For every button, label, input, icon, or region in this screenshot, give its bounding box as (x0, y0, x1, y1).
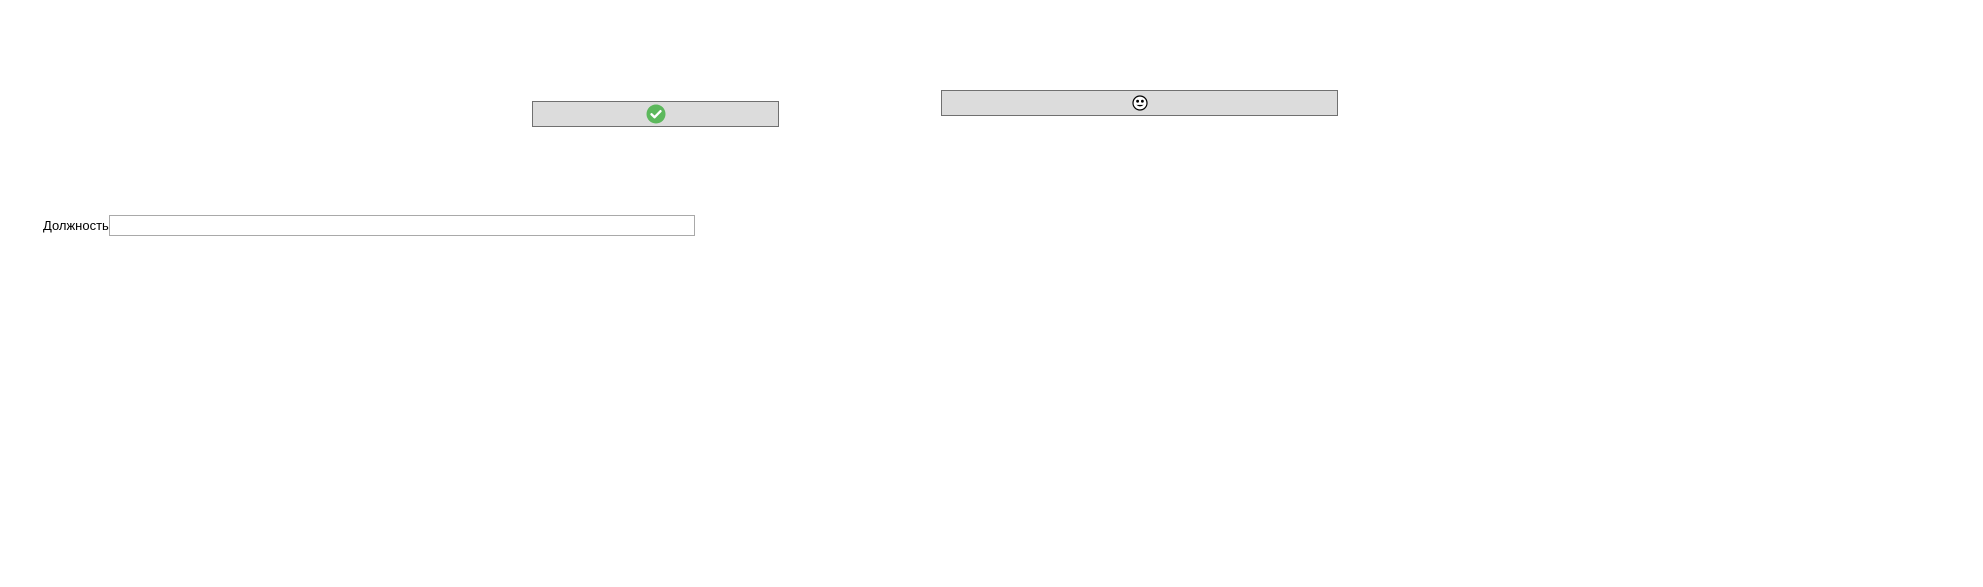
position-field-row: Должность (43, 215, 695, 236)
position-input[interactable] (108, 215, 695, 236)
app-window: Должность (0, 0, 1983, 587)
smiley-face-icon (1131, 95, 1148, 111)
position-label: Должность (43, 218, 109, 233)
check-circle-icon (646, 104, 666, 124)
confirm-button[interactable] (532, 101, 779, 127)
smiley-button[interactable] (941, 90, 1338, 116)
